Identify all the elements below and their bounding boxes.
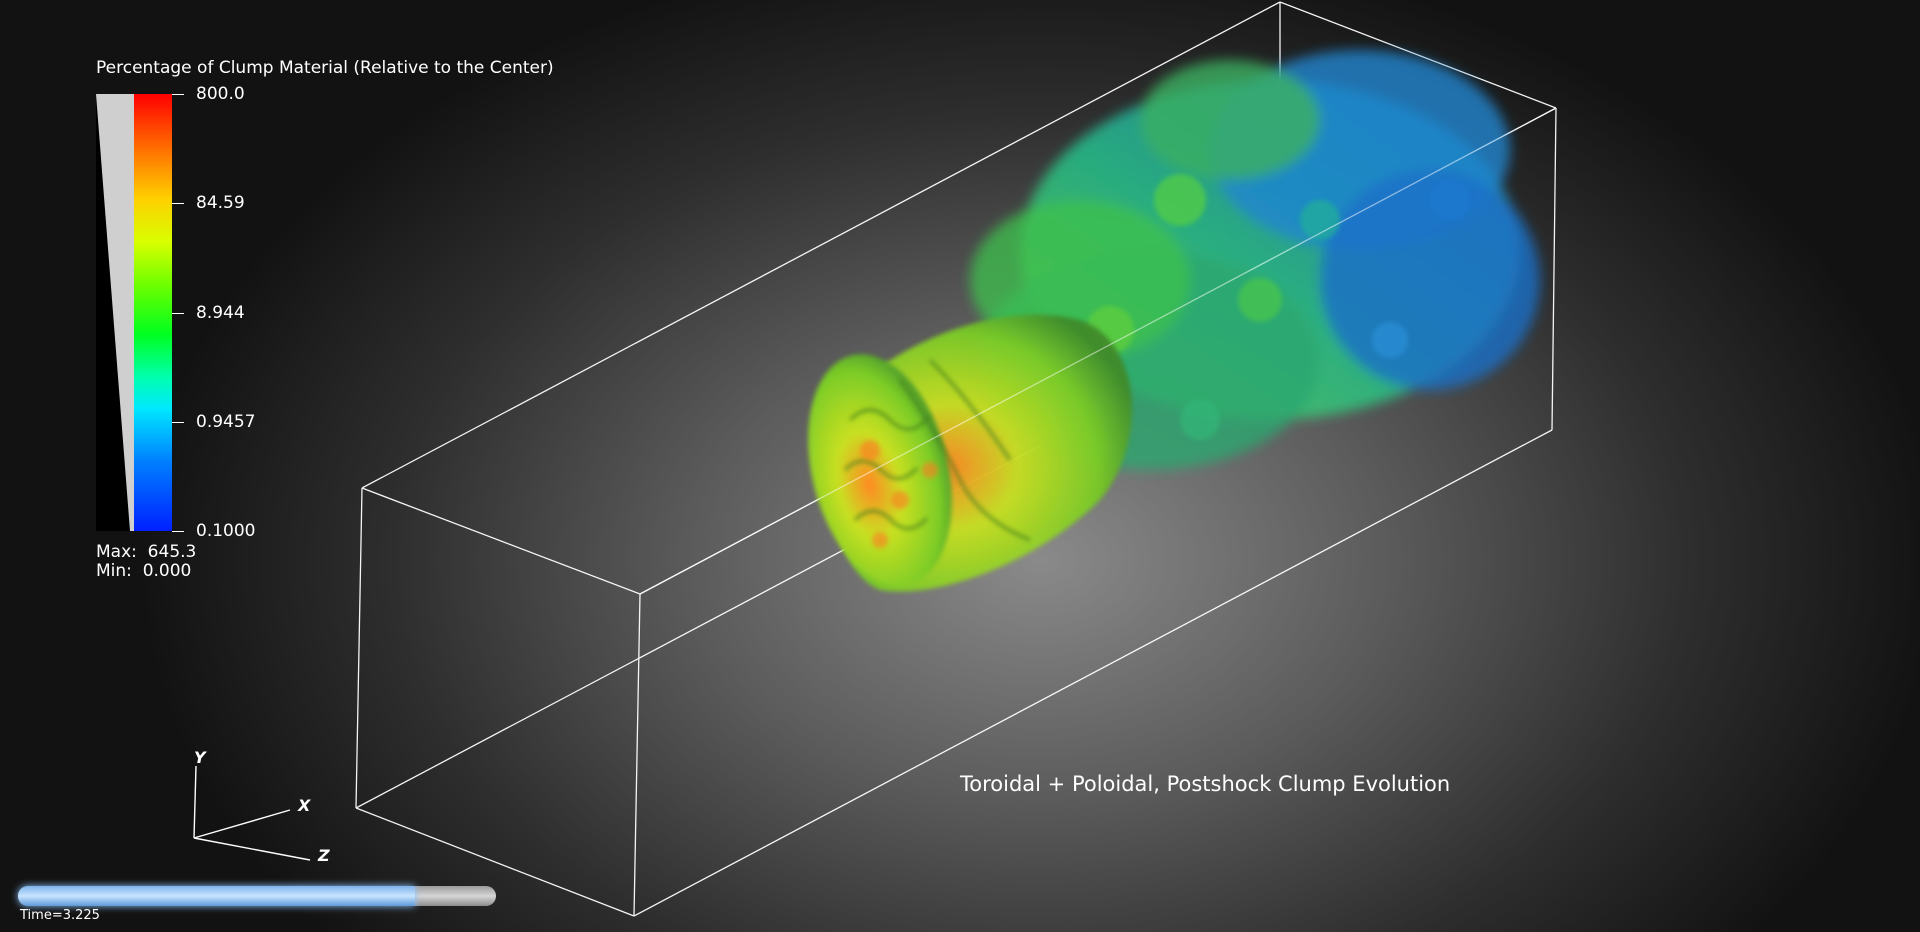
- legend-tick: [172, 94, 184, 95]
- legend-max: Max: 645.3: [96, 542, 197, 562]
- axis-label-y: Y: [194, 748, 206, 767]
- legend-tick-label: 0.1000: [196, 521, 256, 541]
- axis-label-z: Z: [318, 846, 330, 865]
- legend-tick-label: 0.9457: [196, 412, 256, 432]
- legend-tick: [172, 531, 184, 532]
- legend-tick-label: 84.59: [196, 193, 245, 213]
- axis-label-x: X: [298, 796, 311, 815]
- legend-min: Min: 0.000: [96, 561, 192, 581]
- legend-tick-label: 8.944: [196, 303, 245, 323]
- legend-tick: [172, 422, 184, 423]
- legend-tick-label: 800.0: [196, 84, 245, 104]
- color-scale-bar: [134, 94, 172, 531]
- legend-tick: [172, 203, 184, 204]
- time-label: Time=3.225: [20, 908, 100, 923]
- time-progress-fill: [18, 886, 415, 906]
- clump-head: [808, 314, 1133, 592]
- opacity-ramp: [96, 94, 134, 531]
- legend-title: Percentage of Clump Material (Relative t…: [96, 58, 554, 78]
- orientation-axes: [193, 765, 311, 861]
- legend-tick: [172, 313, 184, 314]
- time-progress-bar[interactable]: [18, 886, 496, 906]
- scene-caption: Toroidal + Poloidal, Postshock Clump Evo…: [960, 772, 1451, 796]
